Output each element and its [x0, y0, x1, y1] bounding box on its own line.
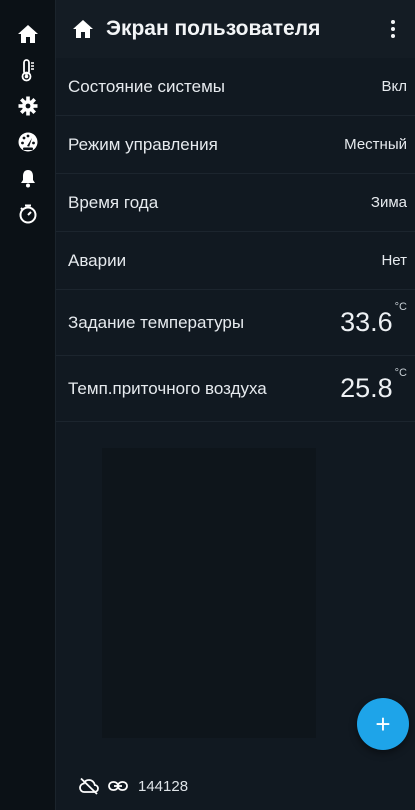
- row-supply-air-temperature[interactable]: Темп.приточного воздуха 25.8 °C: [56, 356, 415, 422]
- row-control-mode[interactable]: Режим управления Местный: [56, 116, 415, 174]
- home-icon: [17, 25, 38, 43]
- rail-item-dashboard[interactable]: [8, 124, 48, 160]
- link-icon: [108, 781, 128, 791]
- row-value: Нет: [381, 252, 407, 269]
- overflow-menu-button[interactable]: [379, 11, 407, 47]
- rail-item-alarms[interactable]: [8, 160, 48, 196]
- bell-icon: [20, 170, 35, 188]
- status-bar: 144128: [56, 766, 415, 806]
- row-value: Вкл: [381, 78, 408, 95]
- parameter-list: Состояние системы Вкл Режим управления М…: [56, 58, 415, 422]
- row-label: Темп.приточного воздуха: [68, 378, 267, 398]
- more-vert-icon-dot: [391, 27, 395, 31]
- rail-item-settings[interactable]: [8, 88, 48, 124]
- value-unit: °C: [394, 301, 407, 313]
- rail-item-timer[interactable]: [8, 196, 48, 232]
- gear-icon: [18, 96, 37, 116]
- main-panel: Экран пользователя Состояние системы Вкл…: [56, 0, 415, 810]
- value-number: 25.8: [340, 373, 393, 403]
- numeric-value: 25.8 °C: [340, 367, 407, 404]
- row-label: Режим управления: [68, 134, 218, 154]
- gauge-icon: [18, 132, 37, 152]
- device-id: 144128: [138, 777, 189, 795]
- value-number: 33.6: [340, 307, 393, 337]
- row-alarms[interactable]: Аварии Нет: [56, 232, 415, 290]
- rail-item-home[interactable]: [8, 16, 48, 52]
- more-vert-icon-dot: [391, 34, 395, 38]
- row-label: Время года: [68, 192, 159, 212]
- more-vert-icon: [391, 20, 395, 24]
- nav-rail: [0, 0, 56, 810]
- numeric-value: 33.6 °C: [340, 301, 407, 338]
- cloud-off-icon: [79, 777, 99, 795]
- row-temperature-setpoint[interactable]: Задание температуры 33.6 °C: [56, 290, 415, 356]
- app-root: Экран пользователя Состояние системы Вкл…: [0, 0, 415, 810]
- row-label: Задание температуры: [68, 312, 245, 332]
- rail-item-temperature[interactable]: [8, 52, 48, 88]
- row-season[interactable]: Время года Зима: [56, 174, 415, 232]
- page-title: Экран пользователя: [106, 17, 321, 40]
- add-button[interactable]: +: [357, 698, 409, 750]
- row-label: Аварии: [68, 250, 127, 270]
- app-header: Экран пользователя: [56, 0, 415, 58]
- row-value: Местный: [344, 136, 407, 153]
- row-system-state[interactable]: Состояние системы Вкл: [56, 58, 415, 116]
- background-panel: [102, 448, 316, 738]
- home-icon: [73, 20, 93, 38]
- thermometer-icon: [21, 59, 34, 82]
- row-value: Зима: [370, 194, 407, 211]
- timer-icon: [19, 204, 36, 224]
- row-label: Состояние системы: [68, 76, 226, 96]
- value-unit: °C: [394, 367, 407, 379]
